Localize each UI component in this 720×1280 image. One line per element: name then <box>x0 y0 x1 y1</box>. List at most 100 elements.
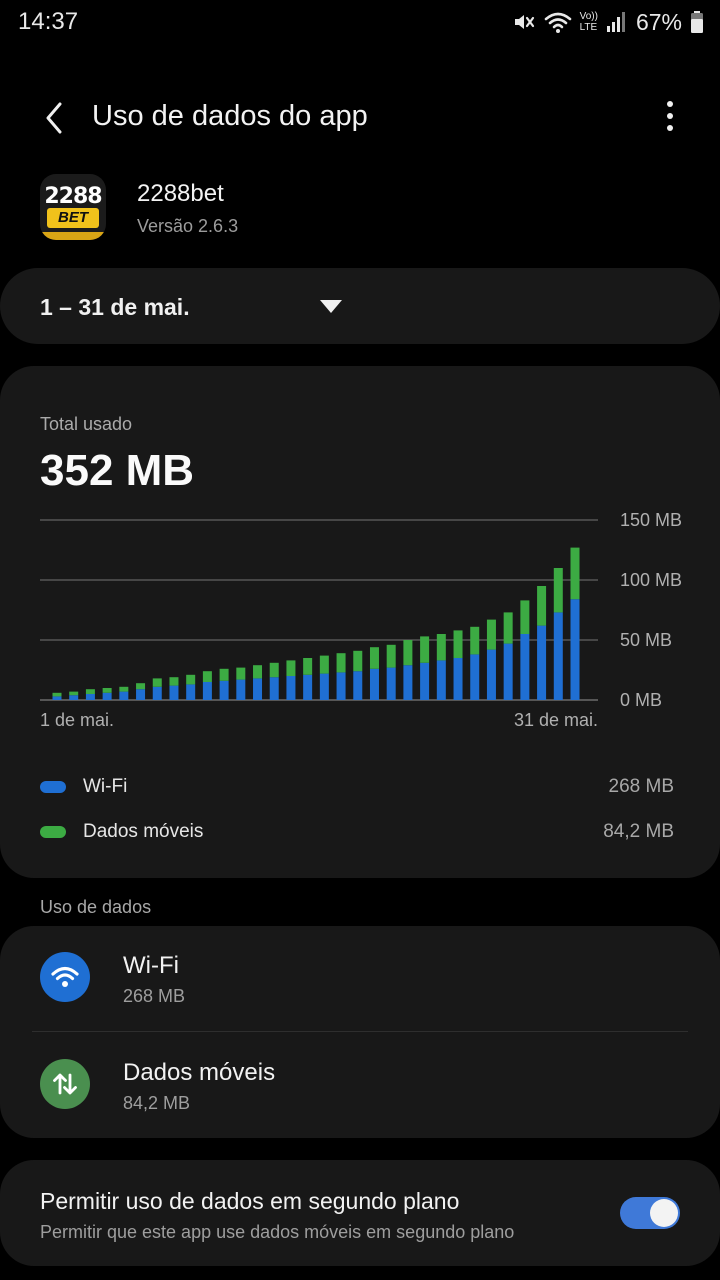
volte-icon: Vo)) LTE <box>580 11 598 33</box>
mute-icon <box>512 10 536 34</box>
bar-wifi <box>369 668 379 700</box>
bar-wifi <box>52 696 62 700</box>
bar-mobile-data <box>420 636 430 663</box>
bar-mobile-data <box>436 634 446 661</box>
bar-mobile-data <box>169 677 179 686</box>
bar-mobile-data <box>319 655 329 674</box>
background-data-setting[interactable]: Permitir uso de dados em segundo plano P… <box>0 1160 720 1266</box>
bar-mobile-data <box>520 600 530 634</box>
bar-wifi <box>486 649 496 700</box>
list-item-wifi[interactable]: Wi-Fi 268 MB <box>0 926 720 1032</box>
app-icon-top-text: 2288 <box>44 184 102 209</box>
background-data-subtitle: Permitir que este app use dados móveis e… <box>40 1222 515 1242</box>
bar-mobile-data <box>570 547 580 600</box>
bar-wifi <box>269 677 279 700</box>
bar-mobile-data <box>369 647 379 669</box>
bar-mobile-data <box>85 689 95 694</box>
bar-wifi <box>319 673 329 700</box>
period-label: 1 – 31 de mai. <box>40 294 190 320</box>
bar-wifi <box>520 634 530 700</box>
divider <box>32 1031 688 1032</box>
bar-wifi <box>102 692 112 700</box>
battery-icon <box>690 10 704 34</box>
bar-mobile-data <box>136 683 146 690</box>
bar-wifi <box>152 686 162 700</box>
bar-mobile-data <box>386 644 396 668</box>
status-bar: 14:37 Vo)) LTE 67% <box>0 0 720 44</box>
legend-mobile-label: Dados móveis <box>83 821 204 842</box>
bar-wifi <box>169 685 179 700</box>
list-item-title: Wi-Fi <box>123 952 179 979</box>
background-data-title: Permitir uso de dados em segundo plano <box>40 1188 460 1214</box>
bar-wifi <box>470 654 480 700</box>
bar-mobile-data <box>503 612 513 644</box>
list-item-title: Dados móveis <box>123 1059 276 1086</box>
bar-mobile-data <box>336 653 346 673</box>
bar-wifi <box>386 667 396 700</box>
data-usage-list: Wi-Fi 268 MB Dados móveis 84,2 MB <box>0 926 720 1138</box>
x-start-label: 1 de mai. <box>40 710 114 730</box>
app-icon: 2288 BET <box>40 174 106 240</box>
bar-wifi <box>336 672 346 700</box>
total-used-value: 352 MB <box>40 446 195 495</box>
volte-bottom-label: LTE <box>579 22 598 33</box>
bar-wifi <box>403 665 413 700</box>
period-dropdown[interactable]: 1 – 31 de mai. <box>0 268 720 344</box>
more-vert-icon[interactable] <box>660 98 680 138</box>
bar-wifi <box>119 691 129 700</box>
y-tick-label: 0 MB <box>620 690 662 710</box>
bar-mobile-data <box>353 650 363 672</box>
bar-mobile-data <box>286 660 296 676</box>
section-label-data-usage: Uso de dados <box>40 897 152 917</box>
bar-wifi <box>202 682 212 700</box>
toggle-knob <box>650 1199 678 1227</box>
bar-mobile-data <box>486 619 496 650</box>
bar-wifi <box>236 679 246 700</box>
usage-card: Total usado 352 MB 150 MB 100 MB 50 MB 0 MB… <box>0 366 720 878</box>
app-bar: Uso de dados do app <box>0 88 720 148</box>
bar-wifi <box>219 680 229 700</box>
status-icons: Vo)) LTE 67% <box>512 8 704 36</box>
bar-mobile-data <box>152 678 162 687</box>
list-item-value: 84,2 MB <box>123 1093 191 1113</box>
bar-mobile-data <box>303 658 313 675</box>
list-item-value: 268 MB <box>123 986 186 1006</box>
mobile-data-icon <box>40 1059 90 1109</box>
bar-wifi <box>420 662 430 700</box>
x-end-label: 31 de mai. <box>514 710 598 730</box>
bar-wifi <box>436 660 446 700</box>
app-icon-badge: BET <box>47 208 99 228</box>
y-tick-label: 50 MB <box>620 630 672 650</box>
app-icon-stripe <box>40 232 106 240</box>
bar-wifi <box>69 695 79 700</box>
bar-mobile-data <box>69 691 79 696</box>
bar-mobile-data <box>269 662 279 678</box>
page-title: Uso de dados do app <box>92 100 368 132</box>
bar-mobile-data <box>403 640 413 666</box>
bar-wifi <box>186 684 196 700</box>
bar-mobile-data <box>553 568 563 613</box>
legend-wifi-label: Wi-Fi <box>83 776 128 797</box>
bar-mobile-data <box>219 668 229 681</box>
battery-percent: 67% <box>635 8 682 35</box>
bar-wifi <box>85 694 95 700</box>
signal-icon <box>606 10 628 34</box>
list-item-mobile-data[interactable]: Dados móveis 84,2 MB <box>0 1033 720 1137</box>
bar-wifi <box>286 676 296 700</box>
bar-mobile-data <box>537 586 547 626</box>
bar-mobile-data <box>102 688 112 693</box>
background-data-toggle[interactable] <box>620 1197 680 1229</box>
bar-mobile-data <box>52 692 62 697</box>
dropdown-caret-icon <box>320 300 342 313</box>
legend-wifi-swatch <box>40 781 66 793</box>
legend-wifi-value: 268 MB <box>608 776 674 797</box>
wifi-icon <box>40 952 90 1002</box>
back-arrow-icon[interactable] <box>36 96 76 140</box>
app-name: 2288bet <box>137 180 224 207</box>
wifi-icon <box>544 10 572 34</box>
bar-mobile-data <box>202 671 212 682</box>
legend-wifi: Wi-Fi 268 MB <box>40 772 674 802</box>
bar-wifi <box>136 689 146 700</box>
bar-mobile-data <box>186 674 196 685</box>
bar-wifi <box>570 599 580 700</box>
